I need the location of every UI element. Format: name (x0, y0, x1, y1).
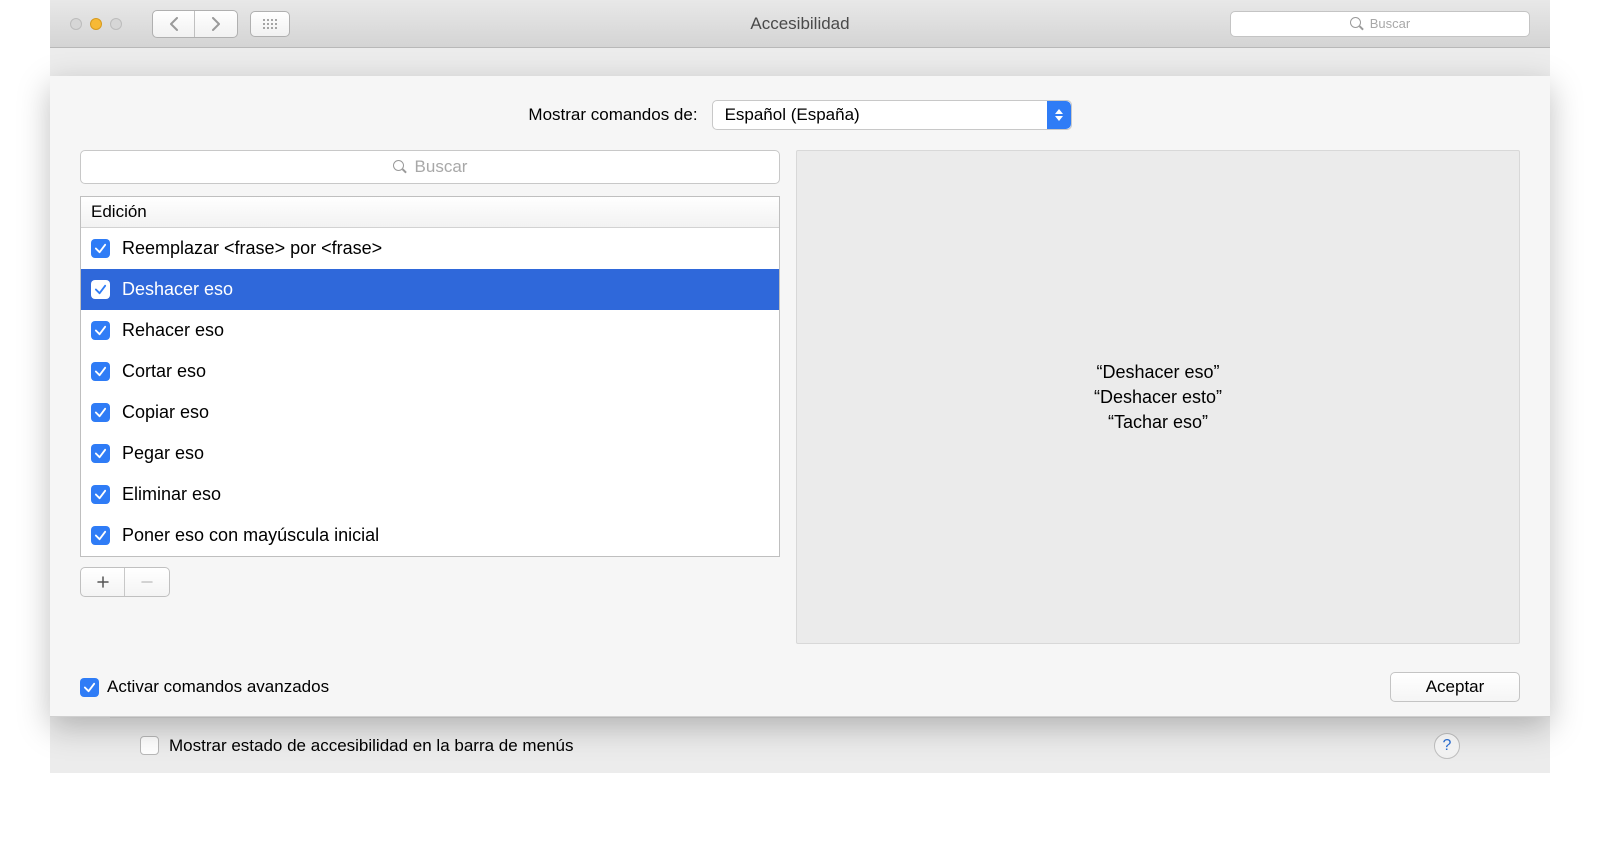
command-list: Edición Reemplazar <frase> por <frase> (80, 196, 780, 557)
system-preferences-window: Accesibilidad Buscar Mostrar comandos de… (50, 0, 1550, 773)
list-item[interactable]: Deshacer eso (81, 269, 779, 310)
command-search-input[interactable]: Buscar (80, 150, 780, 184)
show-status-checkbox[interactable] (140, 736, 159, 755)
search-icon (1350, 17, 1364, 31)
command-label: Cortar eso (122, 361, 206, 382)
command-label: Deshacer eso (122, 279, 233, 300)
dropdown-arrows-icon (1047, 101, 1071, 129)
search-icon (393, 160, 407, 174)
list-column-header[interactable]: Edición (81, 197, 779, 228)
list-item[interactable]: Reemplazar <frase> por <frase> (81, 228, 779, 269)
detail-phrase: “Tachar eso” (1108, 412, 1208, 433)
help-button[interactable]: ? (1434, 733, 1460, 759)
forward-button[interactable] (195, 11, 237, 37)
remove-button[interactable] (125, 568, 169, 596)
command-label: Reemplazar <frase> por <frase> (122, 238, 382, 259)
language-label: Mostrar comandos de: (528, 105, 697, 125)
checkbox[interactable] (91, 485, 110, 504)
back-button[interactable] (153, 11, 195, 37)
command-label: Poner eso con mayúscula inicial (122, 525, 379, 546)
checkbox[interactable] (91, 239, 110, 258)
traffic-lights (70, 18, 122, 30)
minimize-button[interactable] (90, 18, 102, 30)
add-remove-buttons (80, 567, 170, 597)
list-item[interactable]: Pegar eso (81, 433, 779, 474)
list-item[interactable]: Poner eso con mayúscula inicial (81, 515, 779, 556)
advanced-commands-label: Activar comandos avanzados (107, 677, 329, 697)
command-detail-panel: “Deshacer eso” “Deshacer esto” “Tachar e… (796, 150, 1520, 644)
show-all-button[interactable] (250, 11, 290, 37)
minus-icon (141, 576, 153, 588)
nav-buttons (152, 10, 238, 38)
background-footer: Mostrar estado de accesibilidad en la ba… (110, 717, 1490, 773)
checkbox[interactable] (80, 678, 99, 697)
list-item[interactable]: Eliminar eso (81, 474, 779, 515)
commands-sheet: Mostrar comandos de: Español (España) Bu… (50, 76, 1550, 717)
language-dropdown[interactable]: Español (España) (712, 100, 1072, 130)
list-item[interactable]: Rehacer eso (81, 310, 779, 351)
command-label: Pegar eso (122, 443, 204, 464)
language-value: Español (España) (725, 105, 860, 125)
zoom-button[interactable] (110, 18, 122, 30)
accept-button[interactable]: Aceptar (1390, 672, 1520, 702)
background-content-strip (110, 48, 1490, 76)
checkbox[interactable] (91, 362, 110, 381)
close-button[interactable] (70, 18, 82, 30)
search-placeholder: Buscar (415, 157, 468, 177)
command-label: Copiar eso (122, 402, 209, 423)
add-button[interactable] (81, 568, 125, 596)
search-placeholder: Buscar (1370, 16, 1410, 31)
list-item[interactable]: Cortar eso (81, 351, 779, 392)
checkbox[interactable] (91, 321, 110, 340)
advanced-commands-checkbox[interactable]: Activar comandos avanzados (80, 677, 329, 697)
detail-phrase: “Deshacer eso” (1096, 362, 1219, 383)
titlebar: Accesibilidad Buscar (50, 0, 1550, 48)
language-row: Mostrar comandos de: Español (España) (80, 100, 1520, 130)
plus-icon (97, 576, 109, 588)
grid-icon (263, 19, 277, 29)
detail-phrase: “Deshacer esto” (1094, 387, 1222, 408)
checkbox[interactable] (91, 444, 110, 463)
checkbox[interactable] (91, 526, 110, 545)
show-status-label: Mostrar estado de accesibilidad en la ba… (169, 736, 573, 756)
list-item[interactable]: Copiar eso (81, 392, 779, 433)
sheet-footer: Activar comandos avanzados Aceptar (80, 672, 1520, 702)
checkbox[interactable] (91, 403, 110, 422)
command-label: Eliminar eso (122, 484, 221, 505)
command-label: Rehacer eso (122, 320, 224, 341)
checkbox[interactable] (91, 280, 110, 299)
titlebar-search-input[interactable]: Buscar (1230, 11, 1530, 37)
help-icon: ? (1443, 737, 1452, 755)
